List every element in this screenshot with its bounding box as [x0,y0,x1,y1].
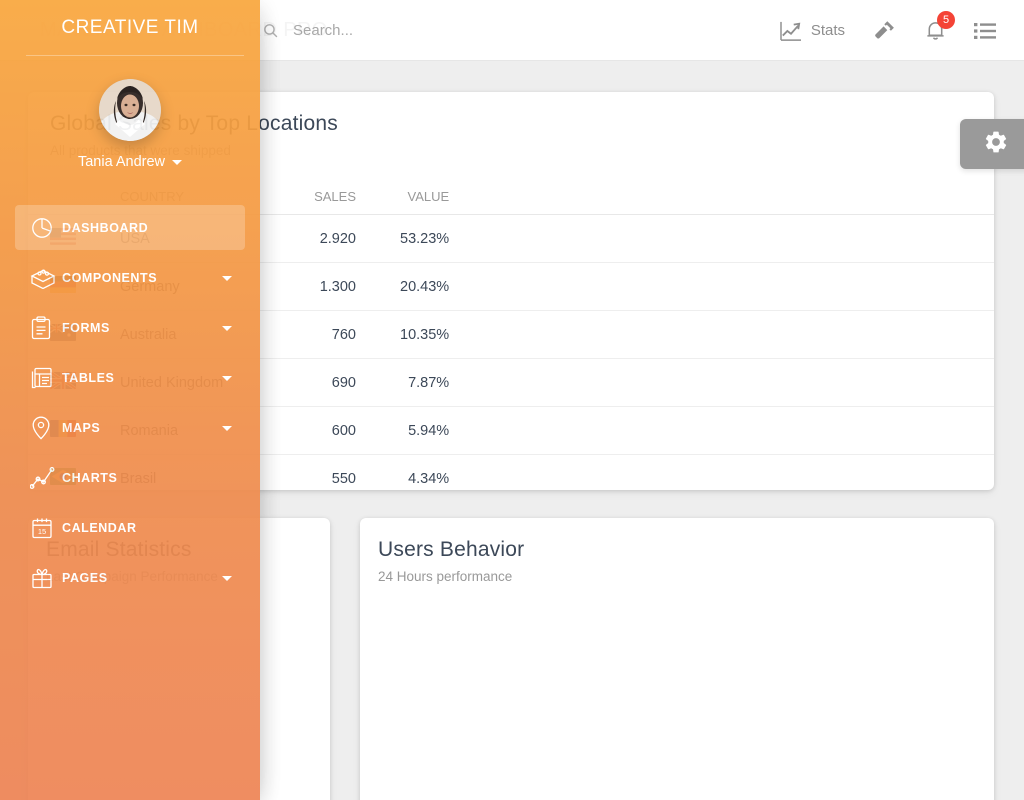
row-spacer-cell [471,358,994,407]
sidebar: CREATIVE TIM Tania Andrew DASHBOARD COMP… [0,0,260,800]
row-value-cell: 4.34% [408,470,450,487]
card-users-behavior-title: Users Behavior [378,538,525,561]
gavel-icon [873,19,897,43]
search-area[interactable] [262,0,713,61]
sidebar-item-label: Dashboard [62,220,149,235]
sidebar-item-label: Forms [62,320,110,335]
row-sales-cell: 1.300 [288,262,378,311]
sidebar-item-pages[interactable]: Pages [15,555,245,600]
row-value-cell: 5.94% [378,406,472,455]
gavel-button[interactable] [859,0,911,61]
notification-badge: 5 [937,11,955,29]
sidebar-item-forms[interactable]: Forms [15,305,245,350]
sidebar-item-label: Charts [62,470,118,485]
sidebar-nav: Dashboard Components Forms Tables Maps Charts… [0,205,260,600]
line-chart-icon [30,466,60,490]
search-input[interactable] [293,22,713,39]
list-bullet-icon [974,22,996,40]
clipboard-list-icon [30,315,60,340]
card-users-behavior: Users Behavior 24 Hours performance [360,518,994,800]
table-grid-icon [30,366,60,390]
sidebar-item-tables[interactable]: Tables [15,355,245,400]
sidebar-user-block: Tania Andrew [0,56,260,180]
card-users-behavior-subtitle: 24 Hours performance [378,569,513,584]
row-sales-cell: 760 [288,310,378,359]
sidebar-item-label: Pages [62,570,108,585]
row-spacer-cell [471,310,994,359]
row-sales-cell: 690 [288,358,378,407]
notifications-button[interactable]: 5 [911,0,960,61]
dashboard-page: MATERIAL DASHBOARD PRO [0,0,1024,800]
gear-icon [983,129,1009,160]
col-header-value: VALUE [378,179,472,215]
row-spacer-cell [471,455,994,503]
sidebar-logo-divider [26,55,244,56]
chevron-down-icon[interactable] [222,325,232,331]
row-value-cell: 7.87% [378,358,472,407]
sidebar-item-maps[interactable]: Maps [15,405,245,450]
chevron-down-icon[interactable] [222,425,232,431]
sidebar-user-name: Tania Andrew [77,154,166,170]
chevron-down-icon[interactable] [222,375,232,381]
row-value-cell: 53.23% [378,214,472,263]
sidebar-item-calendar[interactable]: 15 Calendar [15,505,245,550]
calendar-15-icon: 15 [30,516,60,540]
menu-toggle-button[interactable] [960,0,1010,61]
row-value-cell: 20.43% [378,262,472,311]
row-value-cell: 10.35% [378,310,472,359]
svg-text:15: 15 [38,527,46,536]
gift-box-icon [30,566,60,590]
sidebar-logo[interactable]: CREATIVE TIM [0,0,260,56]
settings-panel-toggle[interactable] [960,119,1024,169]
row-spacer-cell [471,262,994,311]
sidebar-item-label: Maps [62,420,101,435]
map-pin-icon [30,415,60,441]
chevron-down-icon[interactable] [222,275,232,281]
chevron-down-icon [172,159,183,165]
sidebar-item-components[interactable]: Components [15,255,245,300]
sidebar-user-name-toggle[interactable]: Tania Andrew [77,154,183,170]
row-sales-cell: 2.920 [288,214,378,263]
sidebar-logo-text: CREATIVE TIM [61,17,199,38]
sidebar-item-label: Calendar [62,520,137,535]
sidebar-item-label: Components [62,270,158,285]
row-sales-cell: 600 [288,406,378,455]
trending-up-chart-icon [780,21,802,41]
sidebar-item-label: Tables [62,370,115,385]
navbar-actions: Stats 5 [766,0,1010,61]
stats-label: Stats [810,22,845,39]
apps-bricks-icon [30,267,60,289]
card-users-behavior-header: Users Behavior 24 Hours performance [360,518,994,584]
sidebar-item-dashboard[interactable]: Dashboard [15,205,245,250]
row-sales-cell: 550 [331,470,356,487]
col-header-sales: SALES [288,179,378,215]
row-spacer-cell [471,214,994,263]
sidebar-item-charts[interactable]: Charts [15,455,245,500]
pie-chart-icon [30,216,60,240]
search-icon[interactable] [262,22,279,39]
row-spacer-cell [471,406,994,455]
stats-button[interactable]: Stats [766,0,859,61]
col-header-spacer [471,179,994,215]
avatar[interactable] [99,79,161,141]
chevron-down-icon[interactable] [222,575,232,581]
